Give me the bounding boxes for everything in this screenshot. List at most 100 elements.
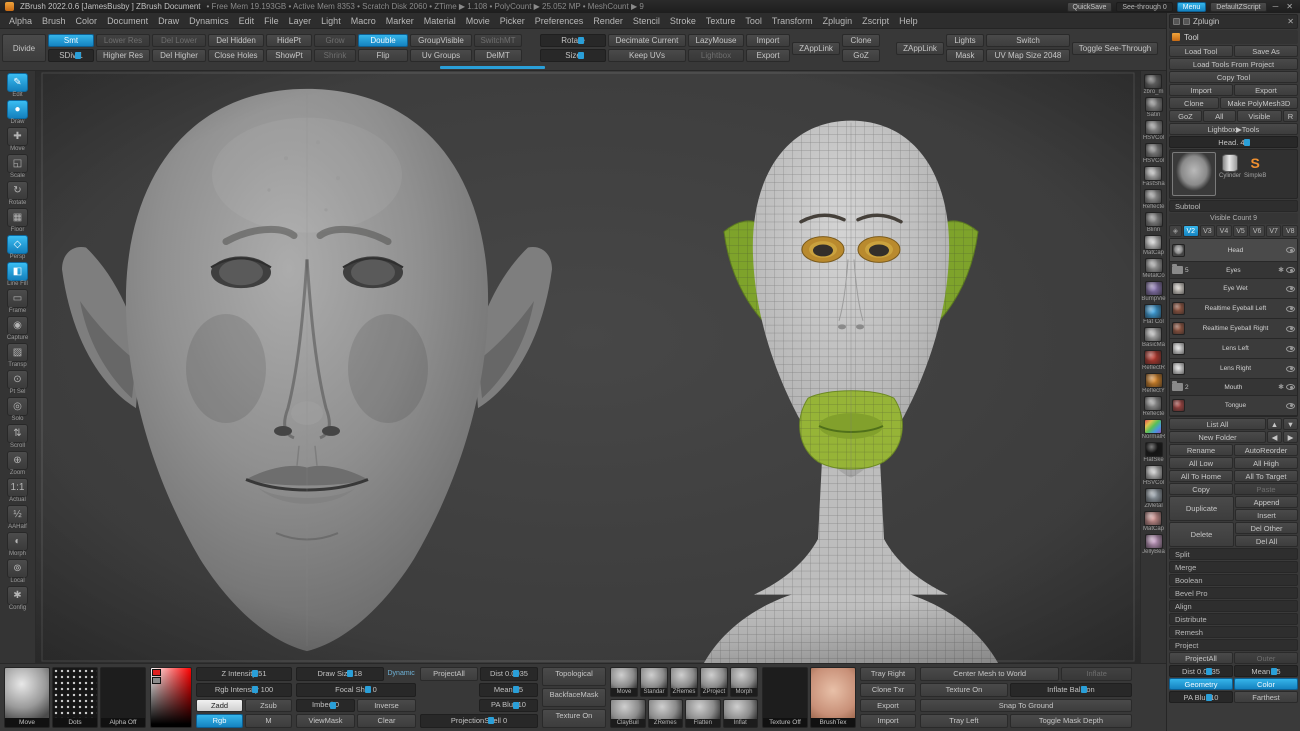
material-jellybea[interactable]: JellyBea: [1142, 534, 1165, 556]
material-matcap[interactable]: MatCap: [1143, 511, 1164, 533]
menu-render[interactable]: Render: [588, 16, 628, 26]
button-center-mesh-to-world[interactable]: Center Mesh to World: [920, 667, 1059, 681]
button-clear[interactable]: Clear: [357, 714, 416, 728]
close-icon[interactable]: ✕: [1287, 17, 1294, 26]
button-all-low[interactable]: All Low: [1169, 457, 1233, 469]
menu-alpha[interactable]: Alpha: [4, 16, 37, 26]
slider-handle[interactable]: [513, 686, 519, 693]
button-shrink[interactable]: Shrink: [314, 49, 356, 62]
slider-handle[interactable]: [330, 702, 336, 709]
tab-v6[interactable]: V6: [1249, 225, 1265, 237]
brush-standar[interactable]: Standar: [640, 667, 668, 697]
tool-thumb-simpleb[interactable]: SSimpleB: [1244, 154, 1266, 179]
button-uv-groups[interactable]: Uv Groups: [410, 49, 472, 62]
brush-zremes[interactable]: ZRemes: [670, 667, 698, 697]
slider-imbed-0[interactable]: Imbed 0: [296, 699, 355, 713]
button-insert[interactable]: Insert: [1235, 509, 1298, 521]
section-project[interactable]: Project: [1169, 639, 1298, 651]
slider-handle[interactable]: [1206, 694, 1212, 701]
button-topological[interactable]: Topological: [542, 667, 606, 686]
menu-stroke[interactable]: Stroke: [665, 16, 701, 26]
material-hsvcol[interactable]: HSVCol: [1143, 143, 1164, 165]
tool-scroll[interactable]: ⇅Scroll: [2, 424, 34, 450]
menu-texture[interactable]: Texture: [701, 16, 741, 26]
button-paste[interactable]: Paste: [1234, 483, 1298, 495]
section-split[interactable]: Split: [1169, 548, 1298, 560]
button-del-lower[interactable]: Del Lower: [152, 34, 206, 47]
material-zbro-m[interactable]: zbro_m: [1143, 74, 1163, 96]
button-switch[interactable]: Switch: [986, 34, 1070, 47]
subtool-head[interactable]: Head: [1170, 239, 1297, 262]
section-subtool[interactable]: Subtool: [1169, 200, 1298, 212]
section-boolean[interactable]: Boolean: [1169, 574, 1298, 586]
button-grow[interactable]: Grow: [314, 34, 356, 47]
tool-scale[interactable]: ◱Scale: [2, 154, 34, 180]
slider-dist-0-0035[interactable]: Dist 0.0035: [480, 667, 538, 681]
slider-handle[interactable]: [252, 686, 258, 693]
slider-inflate-balloon[interactable]: Inflate Balloon: [1010, 683, 1132, 697]
close-icon[interactable]: ✕: [1284, 2, 1295, 11]
material-normalr[interactable]: NormalR: [1142, 419, 1166, 441]
button-r[interactable]: R: [1283, 110, 1298, 122]
slider-handle[interactable]: [1081, 686, 1087, 693]
button-clone[interactable]: Clone: [842, 34, 880, 47]
button-zsub[interactable]: Zsub: [245, 699, 292, 713]
slider-handle[interactable]: [252, 670, 258, 677]
document-canvas[interactable]: [36, 71, 1140, 663]
button-visible[interactable]: Visible: [1237, 110, 1282, 122]
tab-lead-icon[interactable]: ◈: [1169, 225, 1182, 237]
button-import[interactable]: Import: [860, 714, 916, 728]
button-rgb[interactable]: Rgb: [196, 714, 243, 728]
slider-handle[interactable]: [578, 52, 584, 59]
menu-light[interactable]: Light: [316, 16, 346, 26]
menu-draw[interactable]: Draw: [153, 16, 184, 26]
slider-handle[interactable]: [488, 717, 494, 724]
button-close-holes[interactable]: Close Holes: [208, 49, 264, 62]
slider-pa-blur-10[interactable]: PA Blur 10: [479, 699, 538, 713]
button-uv-map-size-2048[interactable]: UV Map Size 2048: [986, 49, 1070, 62]
visibility-eye-icon[interactable]: [1286, 267, 1295, 273]
button-color[interactable]: Color: [1234, 678, 1298, 690]
material-zmetal[interactable]: ZMetal: [1144, 488, 1162, 510]
button-all-to-home[interactable]: All To Home: [1169, 470, 1233, 482]
material-metalco[interactable]: MetalCo: [1142, 258, 1164, 280]
tool-zoom[interactable]: ⊕Zoom: [2, 451, 34, 477]
tool-transp[interactable]: ▨Transp: [2, 343, 34, 369]
button-save-as[interactable]: Save As: [1234, 45, 1298, 57]
thumb-brushtex[interactable]: BrushTex: [810, 667, 856, 728]
slider-rgb-intensity-100[interactable]: Rgb Intensity 100: [196, 683, 292, 697]
button-duplicate[interactable]: Duplicate: [1169, 496, 1234, 521]
button-export[interactable]: Export: [1234, 84, 1298, 96]
button-mask[interactable]: Mask: [946, 49, 984, 62]
tool-morph[interactable]: ◐Morph: [2, 532, 34, 558]
material-satin[interactable]: Satin: [1145, 97, 1163, 119]
slider-mean-25[interactable]: Mean 25: [1234, 665, 1298, 677]
subtool-tongue[interactable]: Tongue: [1170, 396, 1297, 416]
color-picker[interactable]: [150, 667, 192, 728]
button-switchmt[interactable]: SwitchMT: [474, 34, 522, 47]
button-keep-uvs[interactable]: Keep UVs: [608, 49, 686, 62]
material-flat-col[interactable]: Flat Col: [1143, 304, 1164, 326]
section-bevel-pro[interactable]: Bevel Pro: [1169, 587, 1298, 599]
visibility-eye-icon[interactable]: [1286, 286, 1295, 292]
button-double[interactable]: Double: [358, 34, 408, 47]
menu-movie[interactable]: Movie: [461, 16, 495, 26]
slider-handle[interactable]: [75, 52, 81, 59]
dock-icon[interactable]: [1183, 18, 1190, 25]
slider-handle[interactable]: [1206, 668, 1212, 675]
thumb-move[interactable]: Move: [4, 667, 50, 728]
tool-solo[interactable]: ◎Solo: [2, 397, 34, 423]
brush-inflat[interactable]: Inflat: [723, 699, 759, 729]
button-smt[interactable]: Smt: [48, 34, 94, 47]
brush-morph[interactable]: Morph: [730, 667, 758, 697]
button-import[interactable]: Import: [746, 34, 790, 47]
tool-palette-header[interactable]: Tool: [1169, 30, 1298, 44]
active-tool-thumb-head[interactable]: [1172, 152, 1216, 196]
button-zapplink[interactable]: ZAppLink: [792, 42, 840, 55]
menu-layer[interactable]: Layer: [284, 16, 317, 26]
button-zadd[interactable]: Zadd: [196, 699, 243, 713]
subtool-lens-right[interactable]: Lens Right: [1170, 359, 1297, 379]
gear-icon[interactable]: ✱: [1278, 383, 1284, 391]
button-groupvisible[interactable]: GroupVisible: [410, 34, 472, 47]
button-showpt[interactable]: ShowPt: [266, 49, 312, 62]
